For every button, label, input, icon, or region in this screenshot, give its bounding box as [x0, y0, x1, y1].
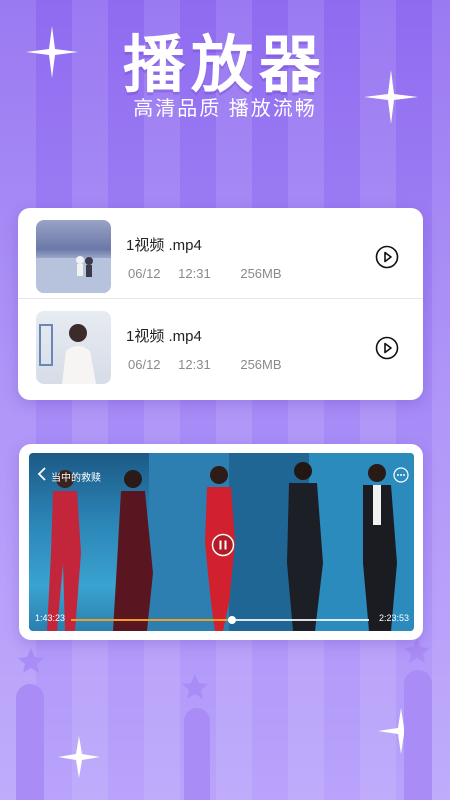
- hero-title: 播放器: [122, 28, 327, 101]
- play-icon[interactable]: [375, 245, 399, 269]
- video-title: 当中的救赎: [51, 473, 101, 484]
- file-time: 12:31: [178, 266, 211, 281]
- star-icon: [18, 648, 44, 673]
- star-icon: [182, 674, 208, 699]
- current-time: 1:43:23: [35, 613, 66, 623]
- back-icon[interactable]: [37, 467, 47, 481]
- file-time: 12:31: [178, 357, 211, 372]
- file-date: 06/12: [128, 266, 161, 281]
- total-time: 2:23:53: [379, 613, 410, 623]
- file-name: 1视频 .mp4: [126, 237, 202, 254]
- hero-subtitle: 高清品质 播放流畅: [133, 98, 317, 120]
- video-frame[interactable]: 当中的救赎 1:43:23 2:23:53: [29, 453, 414, 631]
- file-list-item[interactable]: 1视频 .mp4 06/12 12:31 256MB: [18, 299, 423, 389]
- video-player-card: 当中的救赎 1:43:23 2:23:53: [19, 444, 423, 640]
- progress-fill: [71, 619, 232, 621]
- play-icon[interactable]: [375, 336, 399, 360]
- video-thumbnail: [36, 220, 111, 293]
- progress-handle[interactable]: [227, 616, 236, 624]
- decor-pillar: [184, 708, 210, 800]
- file-size: 256MB: [240, 266, 282, 281]
- decor-pillar: [404, 670, 432, 800]
- star-icon: [404, 638, 430, 663]
- file-list-card: 1视频 .mp4 06/12 12:31 256MB 1视频 .mp4 06/1…: [18, 208, 423, 400]
- file-meta: 06/12 12:31 256MB: [128, 266, 296, 281]
- pause-icon[interactable]: [211, 533, 235, 557]
- file-size: 256MB: [240, 357, 282, 372]
- video-thumbnail: [36, 311, 111, 384]
- file-name: 1视频 .mp4: [126, 328, 202, 345]
- file-list-item[interactable]: 1视频 .mp4 06/12 12:31 256MB: [18, 208, 423, 298]
- sparkle-icon: [58, 736, 100, 778]
- decor-pillar: [16, 684, 44, 800]
- progress-bar[interactable]: [71, 616, 369, 624]
- file-meta: 06/12 12:31 256MB: [128, 357, 296, 372]
- more-options-icon[interactable]: [393, 467, 409, 483]
- file-date: 06/12: [128, 357, 161, 372]
